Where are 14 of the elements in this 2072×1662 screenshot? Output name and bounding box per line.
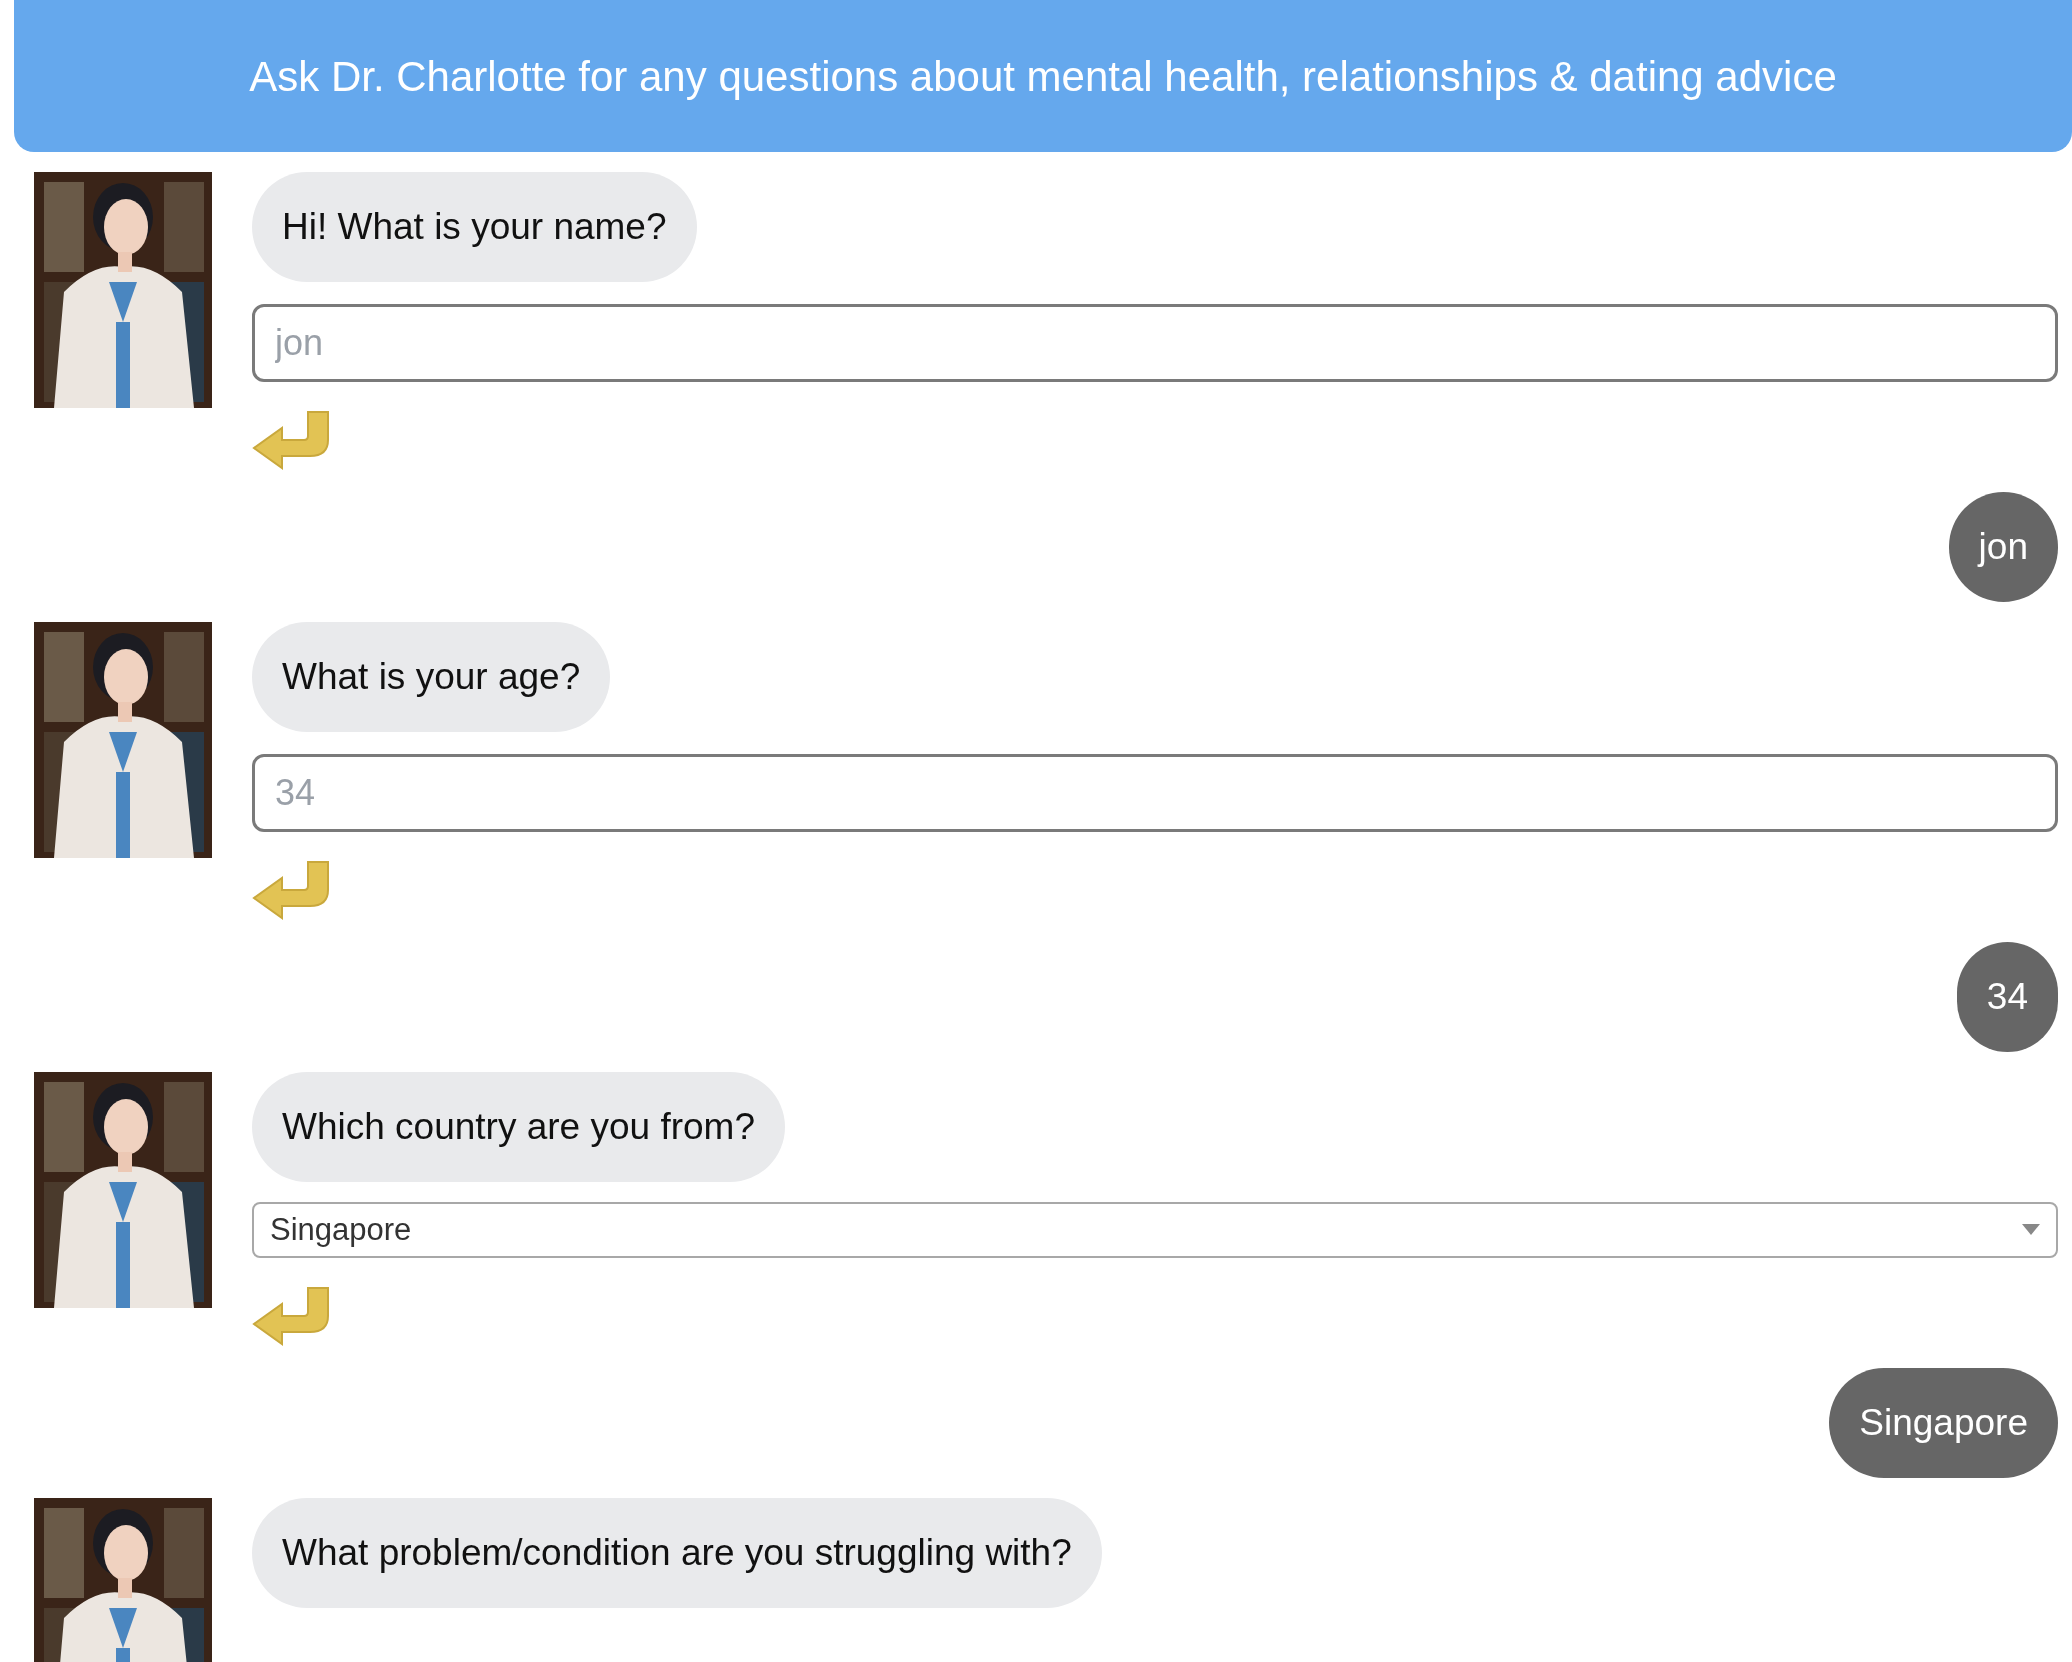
chat-bubble: What problem/condition are you struggling with? — [252, 1498, 1102, 1608]
reply-bubble: 34 — [1956, 942, 2058, 1052]
reply-bubble: jon — [1948, 492, 2058, 602]
chat-bubble: What is your age? — [252, 622, 611, 732]
return-arrow-icon[interactable] — [252, 410, 330, 470]
return-arrow-icon[interactable] — [252, 1286, 330, 1346]
caret-icon — [2022, 1224, 2040, 1236]
return-arrow-icon[interactable] — [252, 860, 330, 920]
chat-bubble: Which country are you from? — [252, 1072, 785, 1182]
reply-bubble: Singapore — [1829, 1368, 2058, 1478]
country-dropdown[interactable]: Singapore — [252, 1202, 2058, 1258]
input-field[interactable]: 34 — [252, 754, 2058, 832]
chat-bubble: Hi! What is your name? — [252, 172, 697, 282]
header-title: Ask Dr. Charlotte for any questions about mental health, relationships & dating advice — [249, 51, 1837, 102]
